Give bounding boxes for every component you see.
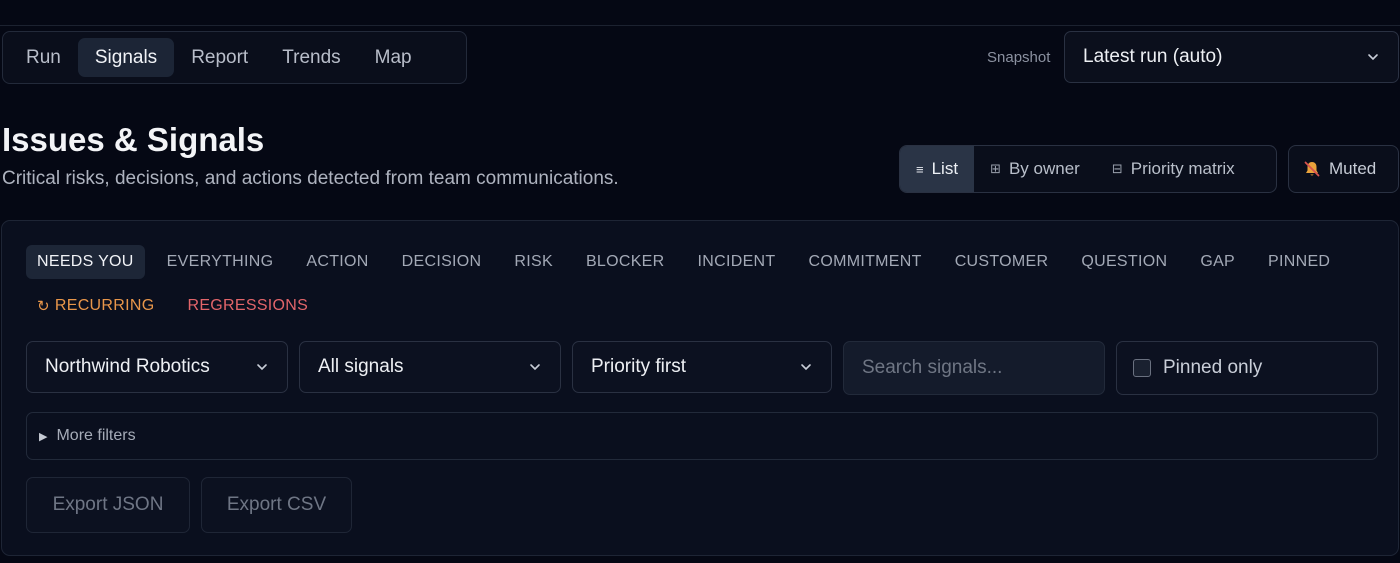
filter-regressions[interactable]: REGRESSIONS [176, 289, 319, 323]
pinned-only-checkbox[interactable] [1133, 359, 1151, 377]
filter-incident[interactable]: INCIDENT [687, 245, 787, 279]
org-select[interactable]: Northwind Robotics [26, 341, 288, 393]
tab-report[interactable]: Report [174, 38, 265, 77]
filter-action[interactable]: ACTION [295, 245, 379, 279]
filter-risk[interactable]: RISK [503, 245, 564, 279]
page-subtitle: Critical risks, decisions, and actions d… [2, 168, 619, 189]
org-select-value: Northwind Robotics [45, 356, 210, 377]
pinned-only-label: Pinned only [1163, 357, 1263, 378]
special-filters: ↻ RECURRING REGRESSIONS [26, 289, 330, 323]
refresh-icon: ↻ [37, 298, 50, 315]
chevron-down-icon [1368, 54, 1378, 61]
tab-map[interactable]: Map [358, 38, 429, 77]
sort-select[interactable]: Priority first [572, 341, 832, 393]
category-filters: NEEDS YOU EVERYTHING ACTION DECISION RIS… [26, 245, 1352, 279]
muted-label: Muted [1329, 159, 1377, 178]
chevron-down-icon [530, 364, 540, 371]
view-toggle: ≡ List ⊞ By owner ⊟ Priority matrix [899, 145, 1277, 193]
list-icon: ≡ [916, 161, 924, 177]
filter-gap[interactable]: GAP [1189, 245, 1246, 279]
export-csv-button[interactable]: Export CSV [201, 477, 352, 533]
tab-signals[interactable]: Signals [77, 38, 175, 77]
view-list-button[interactable]: ≡ List [900, 146, 975, 192]
signal-type-select[interactable]: All signals [299, 341, 561, 393]
snapshot-label: Snapshot [987, 49, 1051, 66]
main-nav: Run Signals Report Trends Map [2, 31, 467, 84]
export-json-button[interactable]: Export JSON [26, 477, 190, 533]
filter-question[interactable]: QUESTION [1070, 245, 1178, 279]
more-filters-toggle[interactable]: ▶ More filters [26, 412, 1378, 460]
caret-right-icon: ▶ [39, 430, 48, 443]
filter-decision[interactable]: DECISION [391, 245, 493, 279]
tab-run[interactable]: Run [9, 38, 78, 77]
filter-customer[interactable]: CUSTOMER [944, 245, 1060, 279]
view-by-owner-button[interactable]: ⊞ By owner [974, 146, 1096, 192]
filter-recurring-label: RECURRING [54, 297, 155, 314]
filter-everything[interactable]: EVERYTHING [156, 245, 285, 279]
view-priority-matrix-button[interactable]: ⊟ Priority matrix [1096, 146, 1251, 192]
muted-button[interactable]: Muted [1288, 145, 1399, 193]
sort-select-value: Priority first [591, 356, 686, 377]
chevron-down-icon [801, 364, 811, 371]
top-divider [0, 25, 1400, 26]
matrix-icon: ⊟ [1111, 161, 1123, 176]
pinned-only-toggle[interactable]: Pinned only [1116, 341, 1378, 395]
page-title: Issues & Signals [2, 121, 265, 158]
grid-icon: ⊞ [990, 161, 1001, 176]
filter-blocker[interactable]: BLOCKER [575, 245, 676, 279]
filter-needs-you[interactable]: NEEDS YOU [26, 245, 145, 279]
signal-type-value: All signals [318, 356, 404, 377]
tab-trends[interactable]: Trends [265, 38, 357, 77]
view-priority-matrix-label: Priority matrix [1130, 159, 1235, 178]
more-filters-label: More filters [56, 427, 136, 444]
filter-pinned[interactable]: PINNED [1257, 245, 1341, 279]
snapshot-select[interactable]: Latest run (auto) [1064, 31, 1399, 83]
bell-off-icon [1304, 161, 1320, 177]
view-list-label: List [931, 159, 959, 178]
chevron-down-icon [257, 364, 267, 371]
signals-panel: NEEDS YOU EVERYTHING ACTION DECISION RIS… [1, 220, 1399, 556]
filter-commitment[interactable]: COMMITMENT [797, 245, 932, 279]
filter-recurring[interactable]: ↻ RECURRING [26, 289, 165, 323]
snapshot-value: Latest run (auto) [1083, 46, 1223, 67]
view-by-owner-label: By owner [1008, 159, 1080, 178]
search-input[interactable] [843, 341, 1105, 395]
